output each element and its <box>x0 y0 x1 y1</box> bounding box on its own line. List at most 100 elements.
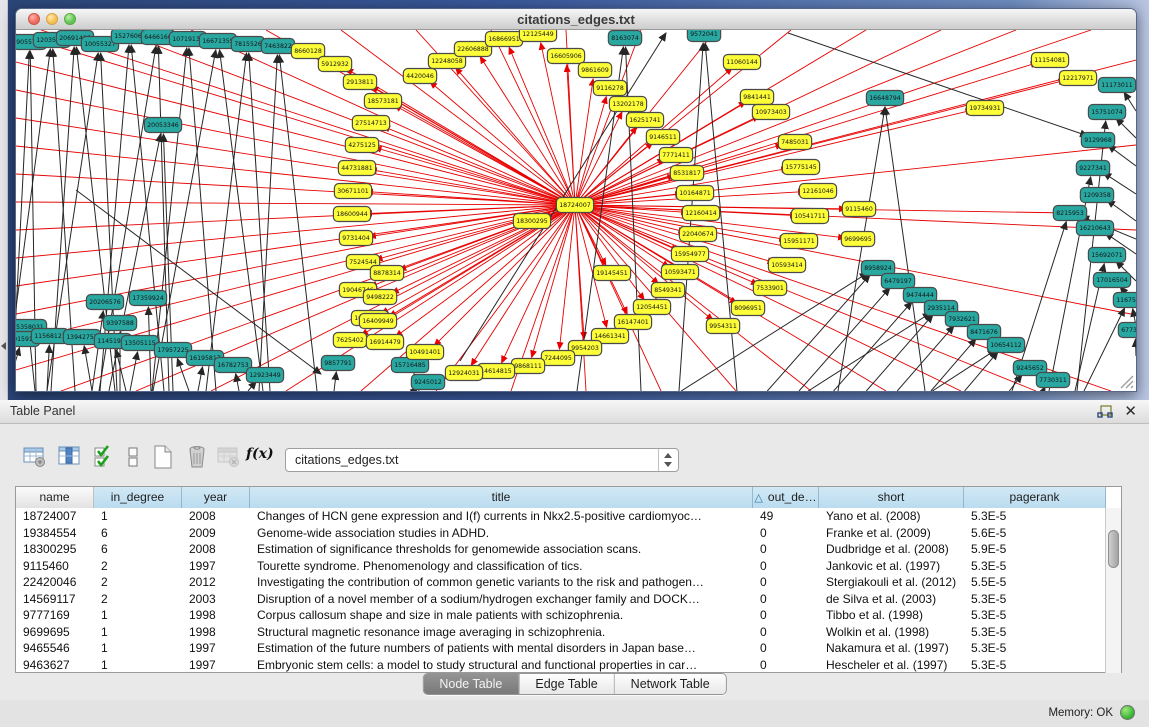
table-cell: 18724007 <box>16 508 94 525</box>
graph-node-label: 9699695 <box>844 236 872 243</box>
network-window[interactable]: citations_edges.txt 90557241203557820691… <box>15 8 1137 392</box>
table-cell: Changes of HCN gene expression and I(f) … <box>250 508 753 525</box>
table-cell: 0 <box>753 640 819 657</box>
graph-node-label: 20053346 <box>147 122 179 129</box>
graph-node-label: 15716485 <box>394 362 426 369</box>
vertical-scrollbar[interactable] <box>1105 508 1121 673</box>
show-column-icon[interactable] <box>56 444 82 470</box>
table-row[interactable]: 969969511998Structural magnetic resonanc… <box>16 624 1106 641</box>
table-cell: Wolkin et al. (1998) <box>819 624 964 641</box>
column-header-out_de[interactable]: △ out_de… <box>753 487 819 508</box>
float-panel-icon[interactable] <box>1097 405 1113 419</box>
column-header-year[interactable]: year <box>182 487 250 508</box>
table-row[interactable]: 1872400712008Changes of HCN gene express… <box>16 508 1106 525</box>
graph-node-label: 9129968 <box>1084 137 1112 144</box>
graph-node-label: 8471676 <box>970 329 998 336</box>
graph-node-label: 8096951 <box>734 305 762 312</box>
column-header-title[interactable]: title <box>250 487 753 508</box>
panel-collapse-arrow-icon[interactable] <box>1 342 6 350</box>
unselect-all-icon[interactable] <box>120 444 146 470</box>
table-cell: 2 <box>94 574 182 591</box>
delete-rows-icon[interactable] <box>184 444 210 470</box>
table-row[interactable]: 2242004622012Investigating the contribut… <box>16 574 1106 591</box>
tab-network-table[interactable]: Network Table <box>614 674 726 694</box>
graph-node-label: 16147401 <box>617 319 649 326</box>
graph-node-label: 27514713 <box>355 120 387 127</box>
table-row[interactable]: 1456911722003Disruption of a novel membe… <box>16 591 1106 608</box>
table-cell: 1997 <box>182 657 250 674</box>
network-canvas[interactable]: 9055724120355782069140610055327152760626… <box>16 30 1136 391</box>
graph-node-label: 22606888 <box>457 46 489 53</box>
graph-node-label: 12923449 <box>249 372 281 379</box>
graph-node-label: 8549341 <box>654 287 682 294</box>
resize-grip-icon[interactable] <box>1118 373 1134 389</box>
graph-node-label: 12161046 <box>802 188 834 195</box>
table-toolbar: f(x) citations_edges.txt <box>0 440 1149 476</box>
graph-node-label: 16782753 <box>217 362 249 369</box>
table-cell: Corpus callosum shape and size in male p… <box>250 607 753 624</box>
table-tab-bar: Node TableEdge TableNetwork Table <box>422 673 726 695</box>
column-header-label: in_degree <box>111 490 164 504</box>
graph-node-label: 17359924 <box>132 295 164 302</box>
table-cell: 14569117 <box>16 591 94 608</box>
column-header-name[interactable]: name <box>16 487 94 508</box>
graph-node-label: 11173011 <box>1101 82 1133 89</box>
graph-node-label: 8531817 <box>673 170 701 177</box>
table-row[interactable]: 946362711997Embryonic stem cells: a mode… <box>16 657 1106 674</box>
select-all-icon[interactable] <box>92 444 118 470</box>
table-cell: 49 <box>753 508 819 525</box>
table-cell: 0 <box>753 525 819 542</box>
graph-node-label: 10593471 <box>664 269 696 276</box>
network-window-titlebar[interactable]: citations_edges.txt <box>16 9 1136 30</box>
network-graph[interactable]: 9055724120355782069140610055327152760626… <box>16 30 1136 391</box>
table-cell: Nakamura et al. (1997) <box>819 640 964 657</box>
function-builder-icon[interactable]: f(x) <box>246 446 274 462</box>
delete-table-icon[interactable] <box>216 444 242 470</box>
graph-node-label: 12054451 <box>636 304 668 311</box>
table-cell: 0 <box>753 624 819 641</box>
table-select-combo[interactable]: citations_edges.txt <box>285 448 679 472</box>
table-cell: Franke et al. (2009) <box>819 525 964 542</box>
left-panel-edge <box>0 0 8 400</box>
graph-node-label: 6479197 <box>884 278 912 285</box>
graph-node-label: 14614815 <box>480 368 512 375</box>
column-header-in_degree[interactable]: in_degree <box>94 487 182 508</box>
table-cell: 0 <box>753 591 819 608</box>
graph-node-label: 4420046 <box>406 73 434 80</box>
column-header-pagerank[interactable]: pagerank <box>964 487 1106 508</box>
graph-node-label: 9397588 <box>106 320 134 327</box>
graph-node-label: 1209358 <box>1083 192 1111 199</box>
table-cell: Investigating the contribution of common… <box>250 574 753 591</box>
table-cell: 9115460 <box>16 558 94 575</box>
graph-node-label: 16866951 <box>488 36 520 43</box>
graph-node-label: 16409949 <box>362 318 394 325</box>
table-cell: 5.3E-5 <box>964 640 1106 657</box>
graph-node-label: 16251741 <box>629 117 661 124</box>
table-row[interactable]: 1830029562008Estimation of significance … <box>16 541 1106 558</box>
table-cell: 0 <box>753 541 819 558</box>
close-panel-icon[interactable]: ✕ <box>1124 402 1137 420</box>
table-row[interactable]: 946554611997Estimation of the future num… <box>16 640 1106 657</box>
table-select-value: citations_edges.txt <box>295 453 399 467</box>
scrollbar-thumb[interactable] <box>1108 530 1119 568</box>
table-row[interactable]: 1938455462009Genome-wide association stu… <box>16 525 1106 542</box>
graph-node-label: 7533901 <box>756 285 784 292</box>
tab-node-table[interactable]: Node Table <box>423 674 518 694</box>
table-cell: 0 <box>753 657 819 674</box>
sort-ascending-icon: △ <box>754 492 768 504</box>
table-panel: Table Panel ✕ <box>0 400 1149 727</box>
table-mode-icon[interactable] <box>22 444 48 470</box>
graph-node-label: 12924031 <box>448 370 480 377</box>
column-header-short[interactable]: short <box>819 487 964 508</box>
graph-node-label: 8163074 <box>611 35 639 42</box>
new-table-icon[interactable] <box>150 444 176 470</box>
table-header-row: name in_degree yeartitle△ out_de…shortpage… <box>16 487 1121 508</box>
table-cell: 9463627 <box>16 657 94 674</box>
table-cell: 2012 <box>182 574 250 591</box>
graph-node-label: 10541711 <box>794 213 826 220</box>
table-row[interactable]: 977716911998Corpus callosum shape and si… <box>16 607 1106 624</box>
tab-edge-table[interactable]: Edge Table <box>518 674 613 694</box>
graph-node-label: 7244095 <box>544 355 572 362</box>
graph-node-label: 5912932 <box>321 61 349 68</box>
table-row[interactable]: 911546021997Tourette syndrome. Phenomeno… <box>16 558 1106 575</box>
